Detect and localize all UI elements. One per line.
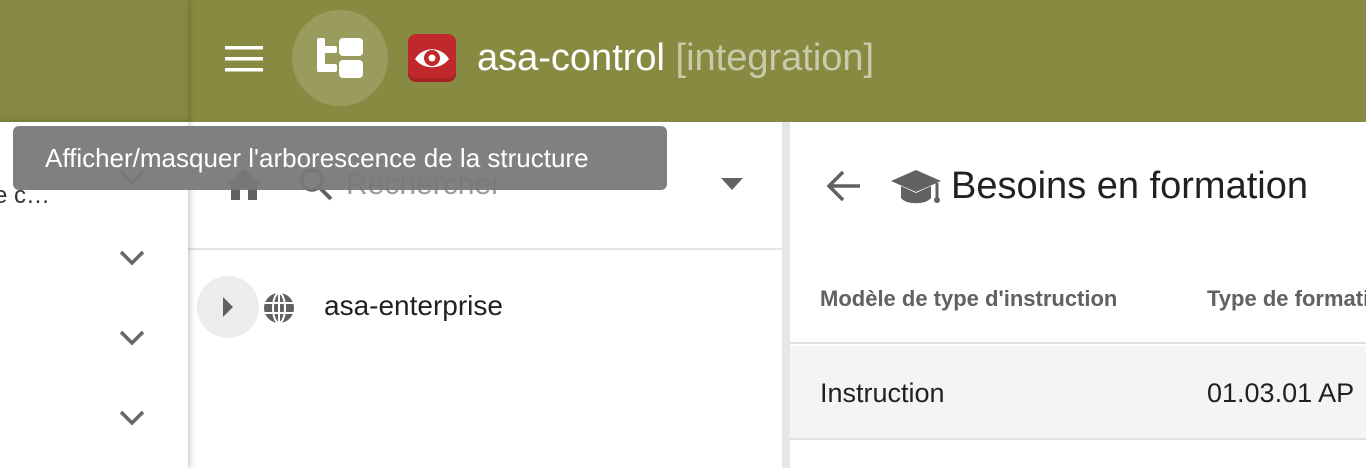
back-button[interactable]: [820, 162, 868, 210]
menu-button[interactable]: [214, 36, 274, 82]
arrow-left-icon: [826, 170, 860, 202]
column-header-model[interactable]: Modèle de type d'instruction: [820, 286, 1117, 312]
eye-logo-icon: [408, 34, 456, 82]
app-root: asa-control [integration] e c… Recherche…: [0, 0, 1366, 468]
graduation-cap-icon: [890, 166, 942, 210]
structure-tree-icon: [317, 38, 363, 78]
app-name: asa-control: [477, 37, 665, 79]
tree-node: asa-enterprise: [188, 272, 782, 344]
detail-panel: Besoins en formation Modèle de type d'in…: [790, 122, 1366, 468]
menu-icon: [225, 46, 263, 72]
tree-node-label[interactable]: asa-enterprise: [324, 290, 503, 322]
drawer-item[interactable]: [0, 220, 188, 300]
dropdown-arrow-icon[interactable]: [716, 168, 748, 200]
app-title: asa-control [integration]: [477, 30, 874, 86]
cell-model: Instruction: [820, 378, 945, 408]
drawer-item[interactable]: [0, 380, 188, 460]
table-header: Modèle de type d'instruction Type de for…: [790, 262, 1366, 344]
app-bar: asa-control [integration]: [0, 0, 1366, 122]
structure-tree-toggle-button[interactable]: [292, 10, 388, 106]
chevron-down-icon[interactable]: [114, 320, 150, 356]
cell-training-type: 01.03.01 AP: [1207, 378, 1355, 408]
tooltip: Afficher/masquer l'arborescence de la st…: [13, 126, 667, 190]
environment-label: [integration]: [675, 37, 875, 79]
expand-node-button[interactable]: [197, 276, 259, 338]
table-row[interactable]: Instruction 01.03.01 AP: [790, 346, 1366, 440]
page-title: Besoins en formation: [951, 165, 1308, 207]
drawer-header: [0, 0, 188, 122]
column-header-training-type[interactable]: Type de formati: [1207, 286, 1366, 312]
chevron-down-icon[interactable]: [114, 240, 150, 276]
chevron-down-icon[interactable]: [114, 400, 150, 436]
globe-icon: [262, 291, 296, 325]
drawer-item[interactable]: [0, 300, 188, 380]
caret-right-icon: [223, 297, 233, 317]
panel-divider[interactable]: [782, 122, 790, 468]
